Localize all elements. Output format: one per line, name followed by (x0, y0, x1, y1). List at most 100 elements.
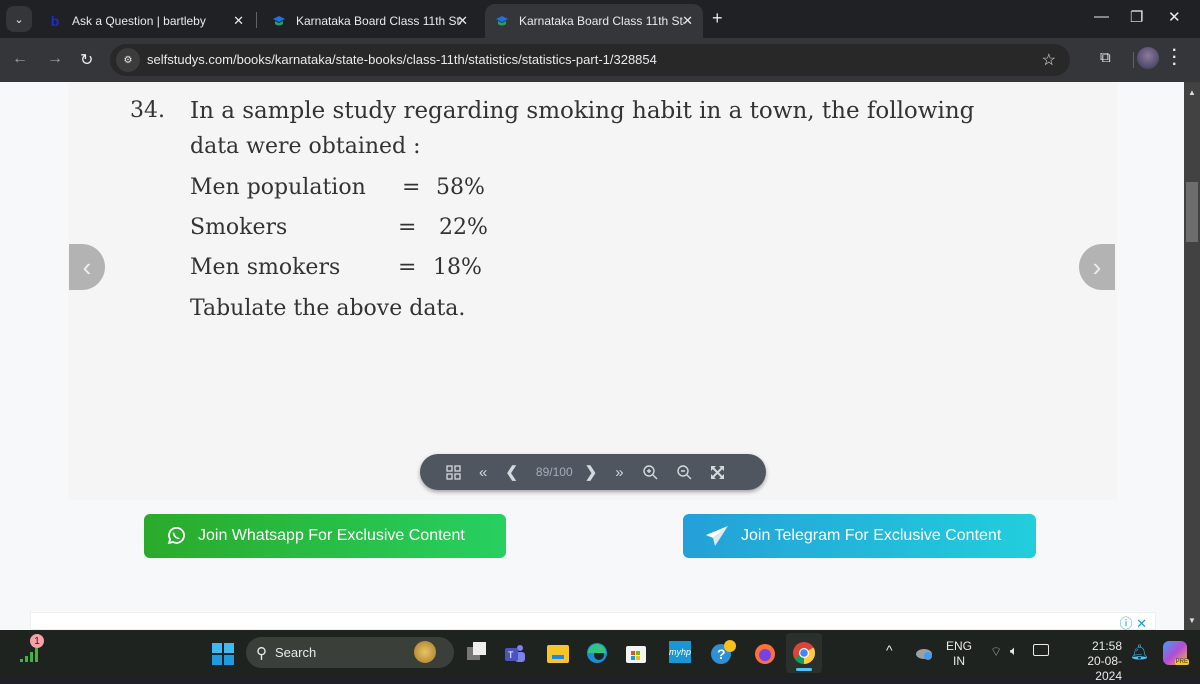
svg-text:?: ? (717, 646, 726, 662)
close-icon[interactable]: ✕ (233, 13, 244, 29)
telegram-paper-plane-icon (705, 525, 729, 547)
item-value: 18% (433, 255, 482, 280)
language-indicator[interactable]: ENG IN (946, 639, 972, 669)
item-label: Men smokers (190, 255, 341, 280)
join-whatsapp-button[interactable]: Join Whatsapp For Exclusive Content (144, 514, 506, 558)
extensions-puzzle-icon[interactable]: ⧉ (1100, 49, 1111, 66)
tab-separator (256, 12, 257, 28)
tab-search-dropdown[interactable]: ⌄ (6, 6, 32, 32)
myhp-app-icon[interactable]: myhp (669, 641, 691, 663)
address-bar[interactable]: ⚙ selfstudys.com/books/karnataka/state-b… (110, 44, 1070, 76)
get-help-icon[interactable]: ? (709, 639, 737, 667)
search-placeholder: Search (275, 645, 317, 660)
edge-browser-icon[interactable] (585, 640, 609, 666)
profile-avatar[interactable] (1137, 47, 1159, 69)
telegram-label: Join Telegram For Exclusive Content (741, 527, 1002, 544)
whatsapp-icon (166, 526, 186, 546)
last-page-icon[interactable]: » (615, 464, 623, 481)
item-label: Men population (190, 175, 366, 200)
task-view-icon[interactable] (466, 641, 488, 663)
copilot-pre-badge: PRE (1174, 659, 1189, 665)
tab-title: Karnataka Board Class 11th Stat (519, 14, 684, 28)
site-settings-icon[interactable]: ⚙ (116, 48, 140, 72)
chrome-icon[interactable] (786, 633, 822, 673)
svg-text:T: T (508, 650, 514, 660)
tab-title: Ask a Question | bartleby (72, 14, 206, 28)
minimize-icon[interactable]: — (1094, 8, 1109, 25)
item-eq: = (398, 215, 417, 240)
file-explorer-icon[interactable] (546, 641, 570, 665)
tab-karnataka-2[interactable]: Karnataka Board Class 11th Stat ✕ (485, 4, 703, 38)
zoom-out-icon[interactable] (676, 464, 692, 480)
close-window-icon[interactable]: ✕ (1168, 8, 1181, 26)
volume-icon[interactable]: 🔈︎ (1010, 643, 1018, 659)
join-telegram-button[interactable]: Join Telegram For Exclusive Content (683, 514, 1036, 558)
item-eq: = (398, 255, 417, 280)
search-icon: ⚲ (256, 644, 267, 662)
thumbnails-grid-icon[interactable] (446, 464, 461, 480)
item-value: 22% (439, 215, 488, 240)
browser-toolbar: ← → ↻ ⚙ selfstudys.com/books/karnataka/s… (0, 38, 1200, 82)
kebab-menu-icon[interactable]: · · · (1172, 43, 1177, 73)
windows-taskbar: 1 ⚲ Search T myhp ? ^ ENG IN ⌔ 🔈︎ 21:58 … (0, 630, 1200, 683)
forward-icon[interactable]: → (47, 50, 63, 68)
url-text[interactable]: selfstudys.com/books/karnataka/state-boo… (147, 52, 657, 67)
scroll-up-arrow-icon[interactable]: ▲ (1188, 88, 1196, 97)
clock[interactable]: 21:58 20-08-2024 (1062, 639, 1122, 684)
chevron-left-icon: ‹ (82, 251, 92, 282)
restore-icon[interactable]: ❐ (1130, 8, 1143, 26)
date: 20-08-2024 (1087, 654, 1122, 683)
question-number: 34. (130, 98, 165, 123)
item-label: Smokers (190, 215, 288, 240)
network-signal-widget[interactable]: 1 (18, 634, 44, 666)
chevron-up-icon[interactable]: ^ (886, 642, 893, 658)
notification-badge: 1 (30, 634, 44, 648)
fullscreen-icon[interactable] (710, 465, 725, 480)
toolbar-divider (1133, 52, 1134, 68)
page-toolbar: « ❮ 89/100 ❯ » (420, 454, 766, 490)
tab-bartleby[interactable]: b Ask a Question | bartleby ✕ (38, 4, 254, 38)
wifi-icon[interactable]: ⌔ (990, 644, 1002, 660)
next-page-icon[interactable]: ❯ (585, 463, 598, 481)
teams-icon[interactable]: T (503, 641, 527, 665)
notification-bell-icon[interactable]: 🔔︎ (1130, 643, 1149, 661)
bookmark-star-icon[interactable]: ☆ (1042, 50, 1056, 70)
reload-icon[interactable]: ↻ (80, 50, 93, 70)
item-eq: = (402, 175, 421, 200)
new-tab-button[interactable]: + (712, 8, 723, 29)
tab-strip: ⌄ b Ask a Question | bartleby ✕ Karnatak… (0, 0, 1200, 38)
zoom-in-icon[interactable] (642, 464, 658, 480)
tab-title: Karnataka Board Class 11th Stat (296, 14, 461, 28)
tab-karnataka-1[interactable]: Karnataka Board Class 11th Stat ✕ (262, 4, 478, 38)
time: 21:58 (1091, 639, 1122, 653)
microsoft-store-icon[interactable] (624, 640, 648, 666)
onedrive-icon[interactable] (914, 643, 934, 663)
start-windows-icon[interactable] (211, 642, 235, 666)
back-icon[interactable]: ← (12, 50, 28, 68)
close-icon[interactable]: ✕ (682, 13, 693, 29)
firefox-icon[interactable] (752, 640, 778, 666)
item-value: 58% (436, 175, 485, 200)
battery-icon[interactable] (1033, 644, 1049, 656)
language-code: ENG (946, 639, 973, 653)
graduation-cap-icon (272, 14, 286, 28)
whatsapp-label: Join Whatsapp For Exclusive Content (198, 527, 465, 544)
search-highlight-icon (414, 641, 436, 663)
page-counter: 89/100 (535, 465, 573, 479)
bartleby-b-icon: b (50, 13, 60, 29)
chevron-down-icon: ⌄ (14, 13, 24, 26)
page-scrollbar[interactable]: ▲ ▼ (1184, 82, 1200, 630)
prev-page-icon[interactable]: ❮ (505, 463, 518, 481)
first-page-icon[interactable]: « (479, 464, 487, 481)
scroll-down-arrow-icon[interactable]: ▼ (1188, 616, 1196, 625)
question-instruction: Tabulate the above data. (190, 296, 466, 321)
chevron-right-icon: › (1092, 251, 1102, 282)
page-content: 34. In a sample study regarding smoking … (0, 82, 1184, 631)
copilot-icon[interactable]: PRE (1163, 641, 1189, 665)
active-app-indicator (796, 668, 812, 671)
close-icon[interactable]: ✕ (457, 13, 468, 29)
question-line-2: data were obtained : (190, 134, 421, 159)
question-line-1: In a sample study regarding smoking habi… (190, 98, 975, 124)
scrollbar-thumb[interactable] (1186, 182, 1198, 242)
taskbar-search[interactable]: ⚲ Search (246, 637, 454, 668)
